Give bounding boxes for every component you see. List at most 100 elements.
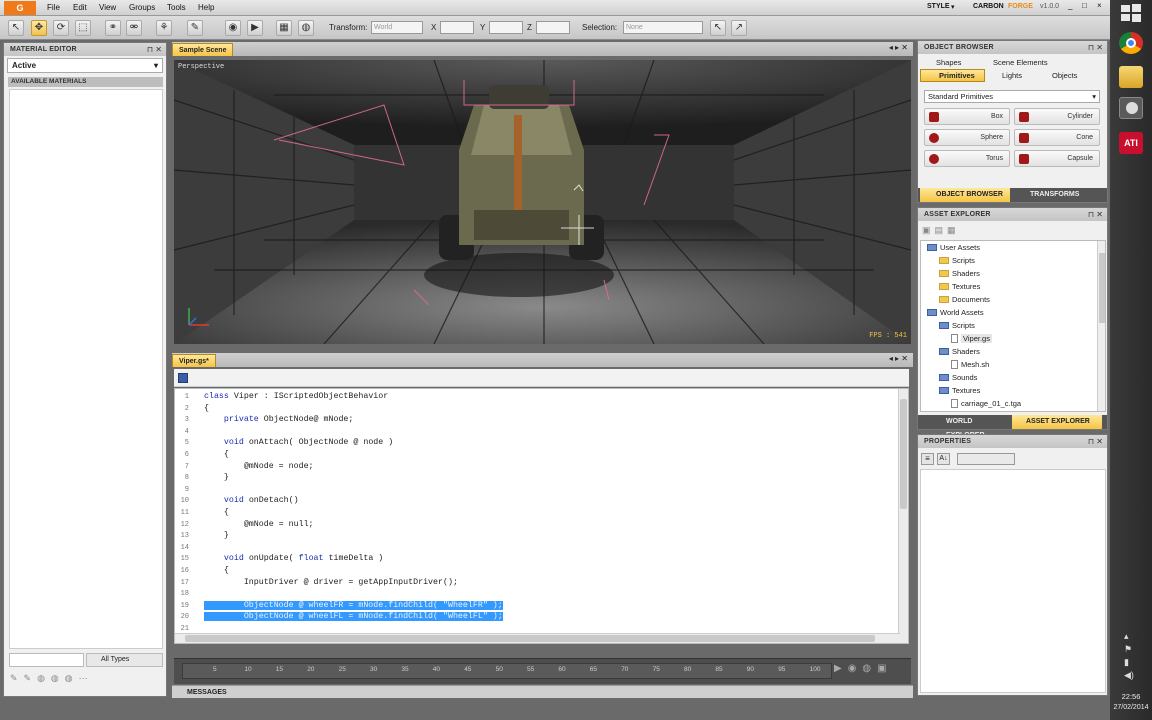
torus-button[interactable]: Torus <box>924 150 1010 167</box>
material-tools-icons[interactable]: ✎✎◍◍◍⋯ <box>10 673 94 684</box>
cylinder-button[interactable]: Cylinder <box>1014 108 1100 125</box>
clock-date[interactable]: 27/02/2014 <box>1110 704 1152 711</box>
code-line[interactable]: ObjectNode @ wheelFL = mNode.findChild( … <box>204 612 503 622</box>
file-explorer-icon[interactable] <box>1119 66 1143 88</box>
tab-object-browser[interactable]: OBJECT BROWSER <box>920 188 1010 202</box>
tab-sample-scene[interactable]: Sample Scene <box>172 43 234 56</box>
menu-edit[interactable]: Edit <box>73 3 87 12</box>
grid-icon[interactable]: ▦ <box>276 20 292 36</box>
tab-world-explorer[interactable]: WORLD EXPLORER <box>920 415 1010 439</box>
z-field[interactable] <box>536 21 570 34</box>
pointer-icon[interactable]: ↖ <box>710 20 726 36</box>
property-search-input[interactable] <box>957 453 1015 465</box>
material-search-input[interactable] <box>9 653 84 667</box>
vertical-scrollbar[interactable] <box>1097 241 1105 411</box>
tree-item[interactable]: Shaders <box>939 347 980 356</box>
tab-scene-elements[interactable]: Scene Elements <box>993 58 1048 67</box>
property-grid[interactable] <box>920 469 1106 693</box>
tab-asset-explorer[interactable]: ASSET EXPLORER <box>1012 415 1102 429</box>
tab-transforms[interactable]: TRANSFORMS <box>1012 188 1102 202</box>
tab-viper-script[interactable]: Viper.gs* <box>172 354 216 367</box>
material-filter-select[interactable]: Active ▾ <box>7 58 163 73</box>
playback-controls[interactable]: ▶◉◍▣ <box>834 663 893 674</box>
tab-shapes[interactable]: Shapes <box>936 58 961 67</box>
primitive-set-select[interactable]: Standard Primitives ▾ <box>924 90 1100 103</box>
play-icon[interactable]: ▶ <box>247 20 263 36</box>
menu-tools[interactable]: Tools <box>167 3 186 12</box>
tray-icons[interactable]: ▴ ⚑ ▮ ◀) <box>1124 630 1134 682</box>
selection-select[interactable]: None <box>623 21 703 34</box>
unlink-icon[interactable]: ⚮ <box>126 20 142 36</box>
tree-item[interactable]: Sounds <box>939 373 977 382</box>
camera-label[interactable]: Perspective <box>178 63 224 71</box>
menu-view[interactable]: View <box>99 3 116 12</box>
code-editor[interactable]: 1 class Viper : IScriptedObjectBehavior 2 {… <box>174 388 909 644</box>
code-line[interactable]: ObjectNode @ wheelFR = mNode.findChild( … <box>204 600 503 610</box>
snap-icon[interactable]: ⚘ <box>156 20 172 36</box>
categorized-icon[interactable]: ≡ <box>921 453 934 465</box>
chrome-icon[interactable] <box>1119 32 1143 54</box>
box-button[interactable]: Box <box>924 108 1010 125</box>
transform-select[interactable]: World <box>371 21 423 34</box>
close-button[interactable]: × <box>1097 1 1102 10</box>
materials-list[interactable] <box>9 89 163 649</box>
move-tool-icon[interactable]: ✥ <box>31 20 47 36</box>
tree-item[interactable]: Viper.gs <box>951 334 992 343</box>
menu-file[interactable]: File <box>47 3 60 12</box>
vertical-scrollbar[interactable] <box>898 389 908 643</box>
tab-scroll-close-icon[interactable]: ◂ ▸ ✕ <box>889 354 908 363</box>
tab-scroll-close-icon[interactable]: ◂ ▸ ✕ <box>889 43 908 52</box>
app-logo-button[interactable]: G <box>4 1 36 15</box>
tree-item[interactable]: carriage_01_c.tga <box>951 399 1021 408</box>
horizontal-scrollbar[interactable] <box>175 633 900 643</box>
asset-toolbar-icons[interactable]: ▣▤▦ <box>922 225 960 236</box>
code-line[interactable]: } <box>204 473 229 482</box>
maximize-button[interactable]: □ <box>1082 1 1087 10</box>
menu-help[interactable]: Help <box>198 3 214 12</box>
code-line[interactable]: private ObjectNode@ mNode; <box>204 415 353 424</box>
material-type-select[interactable]: All Types <box>86 653 163 667</box>
code-line[interactable]: } <box>204 531 229 540</box>
capsule-button[interactable]: Capsule <box>1014 150 1100 167</box>
tab-lights[interactable]: Lights <box>1002 71 1022 80</box>
x-field[interactable] <box>440 21 474 34</box>
tree-item[interactable]: Textures <box>939 386 980 395</box>
sphere-button[interactable]: Sphere <box>924 129 1010 146</box>
y-field[interactable] <box>489 21 523 34</box>
code-line[interactable]: InputDriver @ driver = getAppInputDriver… <box>204 578 458 587</box>
menu-groups[interactable]: Groups <box>129 3 155 12</box>
code-line[interactable]: { <box>204 566 229 575</box>
panel-pin-close-icon[interactable]: ⊓ ✕ <box>147 43 162 56</box>
clock-time[interactable]: 22:56 <box>1110 692 1152 701</box>
code-line[interactable]: void onDetach() <box>204 496 299 505</box>
save-icon[interactable] <box>178 373 188 383</box>
tree-item[interactable]: User Assets <box>927 243 980 252</box>
scrollbar-thumb[interactable] <box>185 635 875 642</box>
select-tool-icon[interactable]: ↖ <box>8 20 24 36</box>
style-menu[interactable]: STYLE <box>927 3 950 10</box>
ati-icon[interactable]: ATI <box>1119 132 1143 154</box>
timeline[interactable]: 5 10 15 20 25 30 35 40 45 50 55 60 65 70 75 80 85 90 95 100… <box>174 658 911 684</box>
tab-objects[interactable]: Objects <box>1052 71 1077 80</box>
minimize-button[interactable]: _ <box>1068 1 1072 10</box>
code-line[interactable]: void onAttach( ObjectNode @ node ) <box>204 438 393 447</box>
sort-alpha-icon[interactable]: A↓ <box>937 453 950 465</box>
timeline-track[interactable]: 5 10 15 20 25 30 35 40 45 50 55 60 65 70 75 80 85 90 95 100 <box>182 663 832 679</box>
scale-tool-icon[interactable]: ⬚ <box>75 20 91 36</box>
code-line[interactable]: { <box>204 508 229 517</box>
tab-primitives[interactable]: Primitives <box>920 69 985 82</box>
asset-tree[interactable]: User Assets Scripts Shaders Textures Documen… <box>920 240 1106 412</box>
cone-button[interactable]: Cone <box>1014 129 1100 146</box>
code-line[interactable]: @mNode = node; <box>204 462 314 471</box>
tree-item[interactable]: Scripts <box>939 321 975 330</box>
record-icon[interactable]: ◍ <box>298 20 314 36</box>
windows-start-icon[interactable] <box>1119 2 1143 24</box>
tree-item[interactable]: Textures <box>939 282 980 291</box>
code-line[interactable]: void onUpdate( float timeDelta ) <box>204 554 383 563</box>
panel-pin-close-icon[interactable]: ⊓ ✕ <box>1088 41 1103 54</box>
code-line[interactable]: class Viper : IScriptedObjectBehavior <box>204 392 388 401</box>
scrollbar-thumb[interactable] <box>1099 253 1105 323</box>
pointer-plus-icon[interactable]: ↗ <box>731 20 747 36</box>
code-line[interactable]: { <box>204 404 209 413</box>
tree-item[interactable]: World Assets <box>927 308 984 317</box>
